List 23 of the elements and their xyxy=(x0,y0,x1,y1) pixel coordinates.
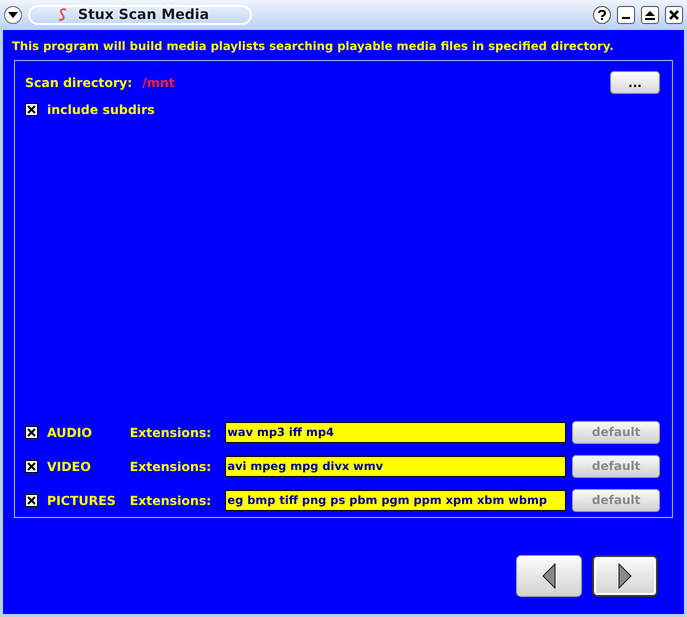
window-title: Stux Scan Media xyxy=(78,7,210,23)
media-type-label: AUDIO xyxy=(46,424,94,440)
checkbox[interactable] xyxy=(25,103,38,116)
app-logo-icon xyxy=(58,8,68,22)
next-button[interactable] xyxy=(592,555,658,597)
back-button[interactable] xyxy=(516,555,582,597)
include-subdirs-label: include subdirs xyxy=(47,102,155,117)
extensions-label: Extensions: xyxy=(130,492,212,508)
menu-icon[interactable] xyxy=(4,6,22,24)
scan-directory-path: /mnt xyxy=(142,75,175,90)
maximize-icon[interactable] xyxy=(641,6,659,24)
extensions-label: Extensions: xyxy=(130,458,212,474)
scan-directory-label: Scan directory: xyxy=(25,75,132,90)
minimize-icon[interactable] xyxy=(617,6,635,24)
extensions-label: Extensions: xyxy=(130,424,212,440)
right-triangle-icon xyxy=(618,563,632,589)
media-type-label: VIDEO xyxy=(46,458,92,474)
help-icon[interactable] xyxy=(593,6,611,24)
media-type-label: PICTURES xyxy=(46,492,117,508)
browse-button[interactable]: ... xyxy=(610,71,660,94)
left-triangle-icon xyxy=(542,563,556,589)
close-icon[interactable] xyxy=(665,6,683,24)
description-text: This program will build media playlists searching playable media files in specified directory. xyxy=(11,38,615,53)
